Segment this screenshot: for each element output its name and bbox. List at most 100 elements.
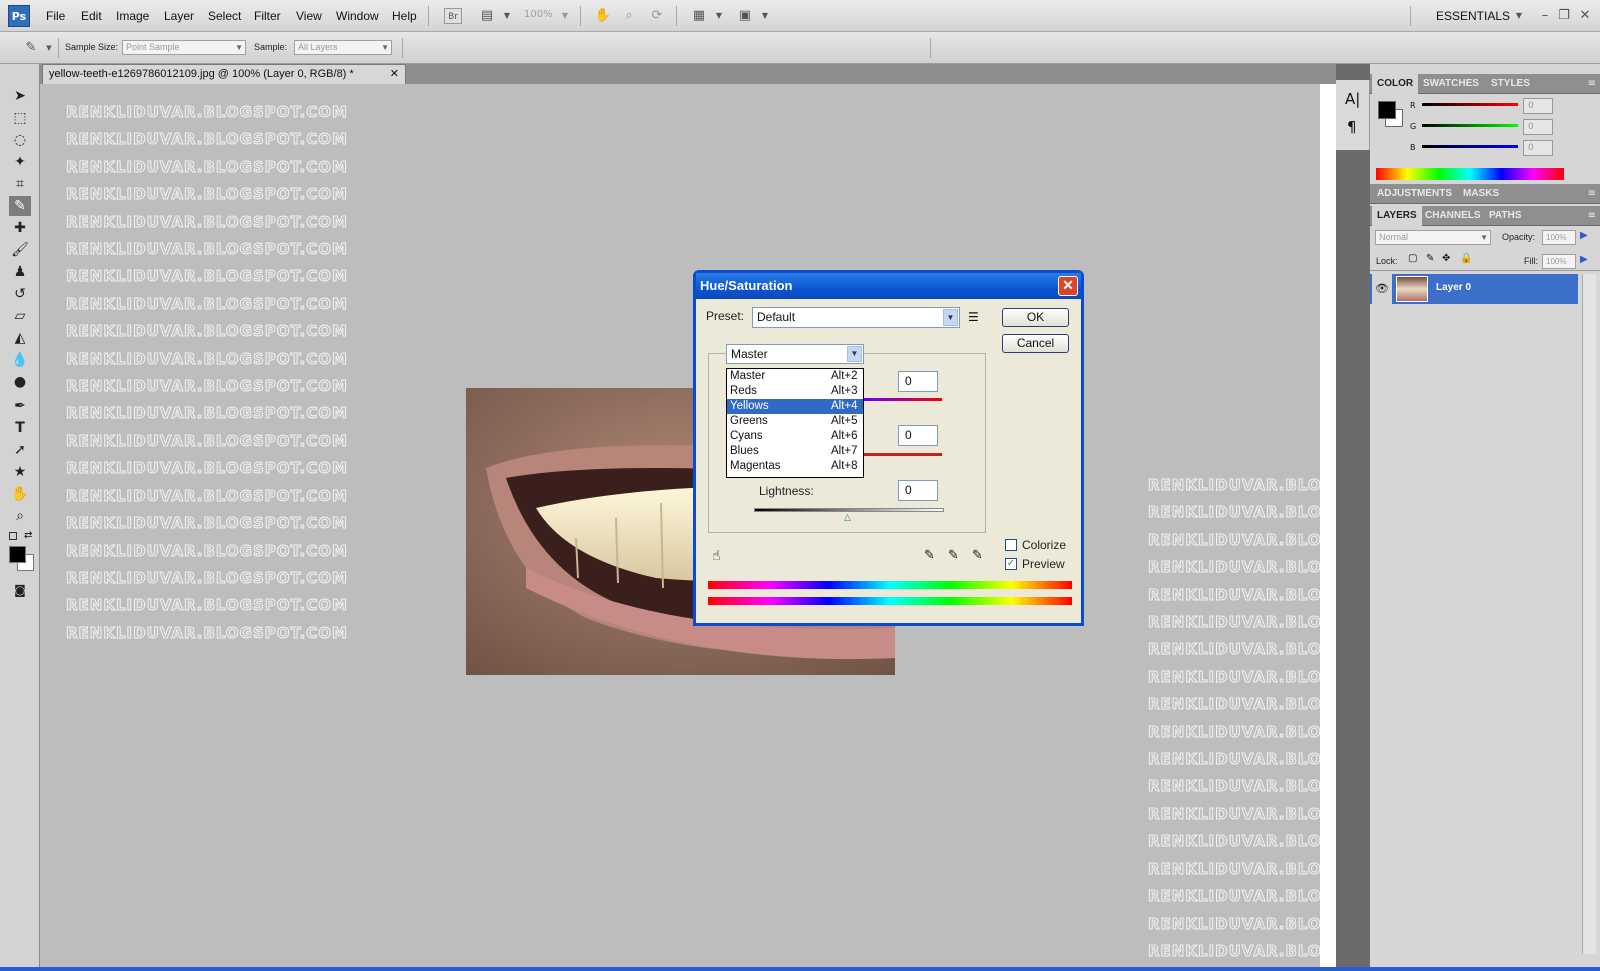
menu-view[interactable]: View <box>296 9 322 23</box>
eraser-tool-icon[interactable]: ▱ <box>9 306 31 326</box>
dialog-title-bar[interactable]: Hue/Saturation ✕ <box>696 273 1081 299</box>
sample-select[interactable]: All Layers ▼ <box>294 40 392 55</box>
tab-channels[interactable]: CHANNELS <box>1420 206 1486 226</box>
lock-position-icon[interactable]: ✥ <box>1442 253 1450 264</box>
preset-options-icon[interactable]: ☰ <box>968 310 979 324</box>
lock-all-icon[interactable]: 🔒 <box>1460 253 1472 264</box>
menu-image[interactable]: Image <box>116 9 149 23</box>
lightness-slider[interactable] <box>754 508 944 512</box>
type-tool-icon[interactable]: T <box>9 418 31 438</box>
layer-name[interactable]: Layer 0 <box>1436 282 1471 293</box>
dropdown-option-reds[interactable]: Reds Alt+3 <box>727 384 863 399</box>
document-tab[interactable]: yellow-teeth-e1269786012109.jpg @ 100% (… <box>42 64 406 84</box>
screen-mode-icon[interactable]: ▣ <box>736 8 754 24</box>
eyedropper-icon[interactable]: ✎ <box>22 40 40 56</box>
ok-button[interactable]: OK <box>1002 308 1069 327</box>
zoom-level[interactable]: 100% <box>524 9 553 20</box>
minimize-icon[interactable]: – <box>1536 8 1554 24</box>
magic-wand-tool-icon[interactable]: ✦ <box>9 152 31 172</box>
chevron-down-icon[interactable]: ▼ <box>556 8 574 24</box>
chevron-down-icon[interactable]: ▼ <box>40 40 58 56</box>
lock-transparent-icon[interactable]: ▢ <box>1408 253 1417 264</box>
panel-menu-icon[interactable]: ≡ <box>1588 210 1596 221</box>
layers-scrollbar[interactable] <box>1582 274 1596 954</box>
screen-mode-icon[interactable]: ▤ <box>478 8 496 24</box>
bridge-icon[interactable]: Br <box>444 8 462 24</box>
colorize-checkbox[interactable] <box>1005 539 1017 551</box>
lasso-tool-icon[interactable]: ◌ <box>9 130 31 150</box>
color-ramp[interactable] <box>1376 168 1564 180</box>
shape-tool-icon[interactable]: ★ <box>9 462 31 482</box>
foreground-color-swatch[interactable] <box>9 546 26 563</box>
panel-menu-icon[interactable]: ≡ <box>1588 188 1596 199</box>
sample-size-select[interactable]: Point Sample ▼ <box>122 40 246 55</box>
visibility-eye-icon[interactable]: 👁 <box>1372 274 1392 304</box>
tab-styles[interactable]: STYLES <box>1486 74 1535 94</box>
paragraph-panel-icon[interactable]: ¶ <box>1347 118 1357 136</box>
blend-mode-select[interactable]: Normal ▼ <box>1375 230 1491 245</box>
quick-mask-icon[interactable]: ◙ <box>9 580 31 600</box>
tab-adjustments[interactable]: ADJUSTMENTS <box>1372 184 1457 204</box>
arrange-documents-icon[interactable]: ▦ <box>690 8 708 24</box>
fill-field[interactable]: 100% <box>1542 254 1576 269</box>
menu-filter[interactable]: Filter <box>254 9 281 23</box>
dropdown-option-yellows[interactable]: Yellows Alt+4 <box>727 399 863 414</box>
menu-file[interactable]: File <box>46 9 65 23</box>
dropdown-option-magentas[interactable]: Magentas Alt+8 <box>727 459 863 474</box>
canvas-vertical-scrollbar[interactable] <box>1320 84 1336 967</box>
close-icon[interactable]: ✕ <box>1058 276 1078 296</box>
rotate-view-icon[interactable]: ⟳ <box>648 8 666 24</box>
chevron-down-icon[interactable]: ▼ <box>943 309 958 326</box>
menu-select[interactable]: Select <box>208 9 241 23</box>
hue-slider[interactable] <box>864 398 942 401</box>
eyedropper-tool-icon[interactable]: ✎ <box>9 196 31 216</box>
character-panel-icon[interactable]: A| <box>1345 90 1360 108</box>
lightness-field[interactable]: 0 <box>898 480 938 501</box>
panel-menu-icon[interactable]: ≡ <box>1588 78 1596 89</box>
eyedropper-minus-icon[interactable]: ✎ <box>972 548 983 563</box>
on-image-adjust-icon[interactable]: ☝ <box>712 548 721 564</box>
zoom-icon[interactable]: ⌕ <box>620 8 638 24</box>
edit-range-select[interactable]: Master ▼ <box>726 344 864 364</box>
green-value-field[interactable]: 0 <box>1523 119 1553 135</box>
dropdown-option-blues[interactable]: Blues Alt+7 <box>727 444 863 459</box>
menu-window[interactable]: Window <box>336 9 379 23</box>
green-slider[interactable] <box>1422 124 1518 127</box>
path-selection-tool-icon[interactable]: ➚ <box>9 440 31 460</box>
lock-pixels-icon[interactable]: ✎ <box>1426 253 1434 264</box>
default-colors-icon[interactable] <box>9 532 17 540</box>
dodge-tool-icon[interactable]: ● <box>9 372 31 392</box>
blue-value-field[interactable]: 0 <box>1523 140 1553 156</box>
menu-help[interactable]: Help <box>392 9 417 23</box>
slider-thumb-icon[interactable]: △ <box>844 513 851 523</box>
eyedropper-plus-icon[interactable]: ✎ <box>948 548 959 563</box>
hue-field[interactable]: 0 <box>898 371 938 392</box>
workspace-switcher[interactable]: ESSENTIALS <box>1436 9 1510 23</box>
chevron-down-icon[interactable]: ▼ <box>756 8 774 24</box>
chevron-right-icon[interactable]: ▶ <box>1580 230 1588 241</box>
chevron-down-icon[interactable]: ▼ <box>847 346 862 362</box>
preview-checkbox[interactable]: ✓ <box>1005 558 1017 570</box>
tab-paths[interactable]: PATHS <box>1484 206 1526 226</box>
hand-icon[interactable]: ✋ <box>594 8 612 24</box>
hand-tool-icon[interactable]: ✋ <box>9 484 31 504</box>
pen-tool-icon[interactable]: ✒ <box>9 396 31 416</box>
dropdown-option-master[interactable]: Master Alt+2 <box>727 369 863 384</box>
layer-row[interactable]: 👁 Layer 0 <box>1370 274 1578 304</box>
marquee-tool-icon[interactable]: ⬚ <box>9 108 31 128</box>
move-tool-icon[interactable]: ➤ <box>9 86 31 106</box>
tab-masks[interactable]: MASKS <box>1458 184 1504 204</box>
swap-colors-icon[interactable]: ⇄ <box>24 530 32 541</box>
tab-swatches[interactable]: SWATCHES <box>1418 74 1484 94</box>
menu-layer[interactable]: Layer <box>164 9 194 23</box>
saturation-slider[interactable] <box>864 453 942 456</box>
blur-tool-icon[interactable]: 💧 <box>9 350 31 370</box>
red-value-field[interactable]: 0 <box>1523 98 1553 114</box>
crop-tool-icon[interactable]: ⌗ <box>9 174 31 194</box>
close-icon[interactable]: ✕ <box>390 65 399 83</box>
menu-edit[interactable]: Edit <box>81 9 102 23</box>
brush-tool-icon[interactable]: 🖌 <box>9 240 31 260</box>
dropdown-option-greens[interactable]: Greens Alt+5 <box>727 414 863 429</box>
blue-slider[interactable] <box>1422 145 1518 148</box>
red-slider[interactable] <box>1422 103 1518 106</box>
